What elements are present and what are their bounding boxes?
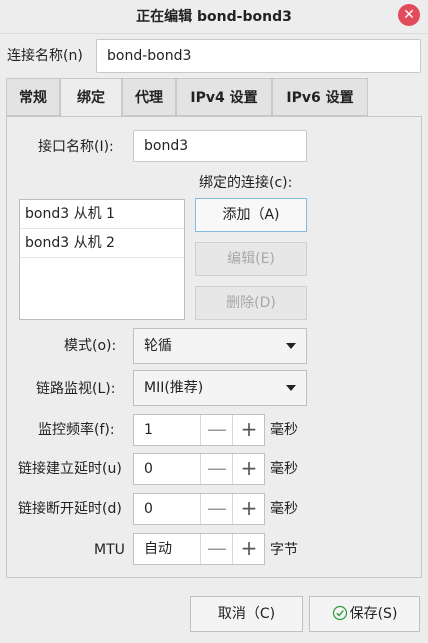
add-button[interactable]: 添加（A) <box>195 198 307 232</box>
minus-icon[interactable]: — <box>200 534 233 564</box>
edit-button[interactable]: 编辑(E) <box>195 242 307 276</box>
interface-name-input[interactable]: bond3 <box>133 130 307 162</box>
mtu-unit: 字节 <box>270 542 298 558</box>
tab-ipv6-settings[interactable]: IPv6 设置 <box>272 78 368 116</box>
link-up-delay-label: 链接建立延时(u) <box>18 461 122 477</box>
monitoring-frequency-value: 1 <box>144 422 153 438</box>
monitoring-frequency-label: 监控频率(f): <box>38 422 115 438</box>
minus-icon[interactable]: — <box>200 494 233 524</box>
mode-label: 模式(o): <box>64 338 117 354</box>
tab-bar: 常规 绑定 代理 IPv4 设置 IPv6 设置 <box>6 78 422 117</box>
chevron-down-icon <box>286 343 296 349</box>
close-icon: ✕ <box>403 7 415 23</box>
tab-general[interactable]: 常规 <box>6 78 60 116</box>
plus-icon[interactable]: + <box>232 415 265 445</box>
link-down-delay-stepper[interactable]: 0 — + <box>133 493 265 525</box>
link-up-delay-stepper[interactable]: 0 — + <box>133 453 265 485</box>
connection-name-input[interactable]: bond-bond3 <box>96 39 421 73</box>
plus-icon[interactable]: + <box>232 534 265 564</box>
bonded-connections-list[interactable]: bond3 从机 1 bond3 从机 2 <box>19 199 185 320</box>
interface-name-label: 接口名称(I): <box>38 139 114 155</box>
monitoring-frequency-unit: 毫秒 <box>270 422 298 438</box>
chevron-down-icon <box>286 385 296 391</box>
mode-select[interactable]: 轮循 <box>133 328 307 364</box>
link-down-delay-unit: 毫秒 <box>270 501 298 517</box>
link-monitoring-label: 链路监视(L): <box>36 381 116 397</box>
monitoring-frequency-stepper[interactable]: 1 — + <box>133 414 265 446</box>
bonded-connections-label: 绑定的连接(c): <box>199 175 293 191</box>
plus-icon[interactable]: + <box>232 454 265 484</box>
check-icon <box>332 605 347 621</box>
close-button[interactable]: ✕ <box>398 4 420 26</box>
link-down-delay-value: 0 <box>144 501 153 517</box>
mtu-stepper[interactable]: 自动 — + <box>133 533 265 565</box>
plus-icon[interactable]: + <box>232 494 265 524</box>
window-title: 正在编辑 bond-bond3 <box>136 9 292 25</box>
connection-name-label: 连接名称(n) <box>7 48 83 64</box>
cancel-button[interactable]: 取消（C) <box>190 596 303 632</box>
minus-icon[interactable]: — <box>200 454 233 484</box>
minus-icon[interactable]: — <box>200 415 233 445</box>
list-item[interactable]: bond3 从机 2 <box>20 229 184 258</box>
save-button-label: 保存(S) <box>349 606 398 622</box>
mode-value: 轮循 <box>144 338 172 354</box>
link-up-delay-unit: 毫秒 <box>270 461 298 477</box>
link-monitoring-value: MII(推荐) <box>144 380 204 396</box>
link-up-delay-value: 0 <box>144 461 153 477</box>
link-monitoring-select[interactable]: MII(推荐) <box>133 370 307 406</box>
tab-proxy[interactable]: 代理 <box>122 78 176 116</box>
tab-ipv4-settings[interactable]: IPv4 设置 <box>176 78 272 116</box>
delete-button[interactable]: 删除(D) <box>195 286 307 320</box>
tab-bond[interactable]: 绑定 <box>60 78 122 117</box>
list-item[interactable]: bond3 从机 1 <box>20 200 184 229</box>
link-down-delay-label: 链接断开延时(d) <box>18 501 122 517</box>
mtu-label: MTU <box>94 542 125 558</box>
mtu-value: 自动 <box>144 541 172 557</box>
save-button[interactable]: 保存(S) <box>309 596 420 632</box>
